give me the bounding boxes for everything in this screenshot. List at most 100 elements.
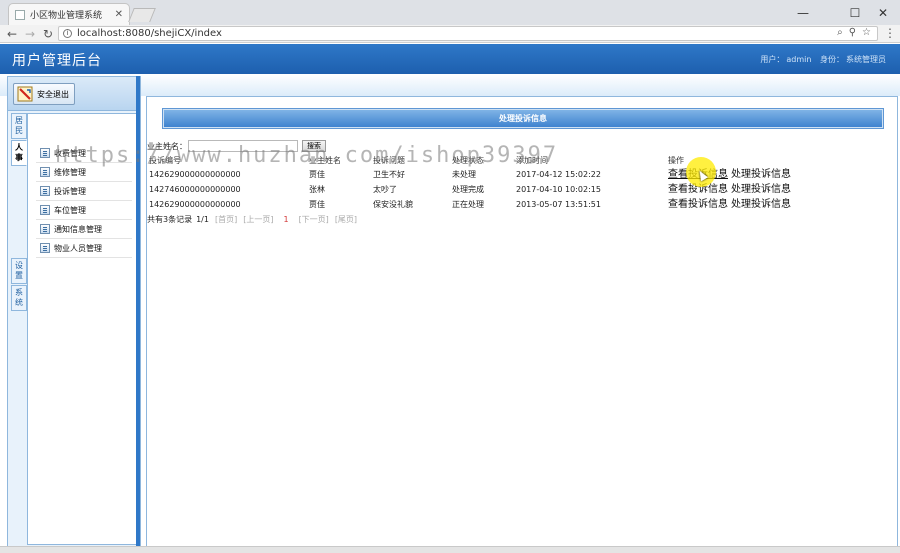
back-icon[interactable]: ← bbox=[4, 26, 20, 42]
sidebar-item-label: 通知信息管理 bbox=[54, 224, 102, 234]
process-complaint-link[interactable]: 处理投诉信息 bbox=[731, 184, 791, 195]
view-complaint-link[interactable]: 查看投诉信息 bbox=[668, 184, 728, 195]
tab-personnel[interactable]: 人事 bbox=[11, 140, 27, 166]
menu-divider bbox=[36, 238, 132, 239]
restore-icon: ☐ bbox=[849, 5, 861, 20]
owner-name: 张林 bbox=[309, 185, 325, 194]
owner-name-search-input[interactable] bbox=[188, 140, 298, 152]
complaint-issue: 保安没礼貌 bbox=[373, 200, 413, 209]
sidebar-item-label: 投诉管理 bbox=[54, 186, 86, 196]
list-icon bbox=[40, 148, 50, 158]
browser-toolbar: ← → ↻ i localhost:8080/shejiCX/index ⌕ ⚲… bbox=[0, 25, 900, 43]
search-button[interactable]: 搜索 bbox=[302, 140, 326, 152]
view-complaint-link[interactable]: 查看投诉信息 bbox=[668, 169, 728, 180]
table-row: 142629000000000000 贾佳 卫生不好 未处理 2017-04-1… bbox=[147, 167, 899, 182]
tab-settings-label: 设置 bbox=[15, 261, 23, 280]
logout-bar: 安全退出 bbox=[8, 77, 140, 111]
sidebar-item-label: 车位管理 bbox=[54, 205, 86, 215]
tab-residents[interactable]: 居民 bbox=[11, 113, 27, 139]
search-row: 业主姓名： 搜索 bbox=[147, 140, 326, 152]
close-window-button[interactable]: ✕ bbox=[870, 0, 896, 25]
sidebar-item-label: 收费管理 bbox=[54, 148, 86, 158]
sidebar-item-fees[interactable]: 收费管理 bbox=[40, 146, 86, 160]
zoom-icon[interactable]: ⌕ bbox=[837, 27, 843, 38]
prev-page-link[interactable]: [上一页] bbox=[243, 214, 273, 225]
process-complaint-link[interactable]: 处理投诉信息 bbox=[731, 169, 791, 180]
sidebar-item-notices[interactable]: 通知信息管理 bbox=[40, 222, 102, 236]
sidebar-item-staff[interactable]: 物业人员管理 bbox=[40, 241, 102, 255]
pagination: 共有3条记录 1/1 [首页] [上一页] 1 [下一页] [尾页] bbox=[147, 213, 357, 225]
minimize-icon: — bbox=[797, 5, 809, 20]
column-header: 添加时间 bbox=[516, 156, 548, 165]
row-actions: 查看投诉信息 处理投诉信息 bbox=[668, 182, 791, 197]
process-complaint-link[interactable]: 处理投诉信息 bbox=[731, 199, 791, 210]
menu-divider bbox=[36, 200, 132, 201]
logout-button[interactable]: 安全退出 bbox=[13, 83, 75, 105]
site-info-icon[interactable]: i bbox=[63, 29, 72, 38]
menu-divider bbox=[36, 181, 132, 182]
complaint-status: 正在处理 bbox=[452, 200, 484, 209]
column-header: 投诉问题 bbox=[373, 156, 405, 165]
complaint-time: 2013-05-07 13:51:51 bbox=[516, 200, 601, 209]
close-tab-icon[interactable]: ✕ bbox=[115, 9, 123, 20]
new-tab-button[interactable] bbox=[128, 8, 156, 22]
column-header: 处理状态 bbox=[452, 156, 484, 165]
key-icon[interactable]: ⚲ bbox=[849, 27, 856, 38]
owner-name: 贾佳 bbox=[309, 200, 325, 209]
content-frame: 处理投诉信息 业主姓名： 搜索 投诉编号 业主姓名 投诉问题 处理状态 添加时间… bbox=[146, 96, 898, 548]
sidebar-menu: 收费管理 维修管理 投诉管理 车位管理 通知信息管理 物业人员管理 bbox=[27, 113, 137, 545]
tab-personnel-label: 人事 bbox=[15, 143, 23, 162]
column-header: 投诉编号 bbox=[149, 156, 181, 165]
complaint-time: 2017-04-10 10:02:15 bbox=[516, 185, 601, 194]
table-header-row: 投诉编号 业主姓名 投诉问题 处理状态 添加时间 操作 bbox=[147, 153, 899, 168]
list-icon bbox=[40, 205, 50, 215]
reload-icon[interactable]: ↻ bbox=[40, 26, 56, 42]
current-page[interactable]: 1 bbox=[283, 215, 288, 224]
tab-residents-label: 居民 bbox=[15, 116, 23, 135]
tab-settings[interactable]: 设置 bbox=[11, 258, 27, 284]
column-header: 操作 bbox=[668, 156, 684, 165]
list-icon bbox=[40, 243, 50, 253]
section-title: 处理投诉信息 bbox=[163, 109, 883, 128]
app-title: 用户管理后台 bbox=[12, 53, 102, 69]
browser-menu-icon[interactable]: ⋮ bbox=[884, 26, 896, 40]
sidebar-item-complaints[interactable]: 投诉管理 bbox=[40, 184, 86, 198]
menu-divider bbox=[36, 257, 132, 258]
complaint-id: 142629000000000000 bbox=[149, 170, 241, 179]
complaint-status: 处理完成 bbox=[452, 185, 484, 194]
next-page-link[interactable]: [下一页] bbox=[299, 214, 329, 225]
user-label: 用户： bbox=[760, 55, 785, 64]
menu-divider bbox=[36, 162, 132, 163]
complaint-time: 2017-04-12 15:02:22 bbox=[516, 170, 601, 179]
browser-tabstrip: 小区物业管理系统 ✕ — ☐ ✕ bbox=[0, 0, 900, 25]
sidebar-scrollbar[interactable] bbox=[136, 76, 140, 548]
sidebar-item-parking[interactable]: 车位管理 bbox=[40, 203, 86, 217]
first-page-link[interactable]: [首页] bbox=[215, 214, 237, 225]
list-icon bbox=[40, 186, 50, 196]
owner-name: 贾佳 bbox=[309, 170, 325, 179]
tab-system[interactable]: 系统 bbox=[11, 285, 27, 311]
complaint-issue: 卫生不好 bbox=[373, 170, 405, 179]
page-of: 1/1 bbox=[196, 214, 209, 224]
view-complaint-link[interactable]: 查看投诉信息 bbox=[668, 199, 728, 210]
browser-tab[interactable]: 小区物业管理系统 ✕ bbox=[8, 3, 130, 25]
left-panel: 安全退出 居民 人事 设置 系统 收费管理 维修管理 投诉管理 车位管理 通知信… bbox=[7, 76, 141, 548]
complaint-issue: 太吵了 bbox=[373, 185, 397, 194]
table-row: 142629000000000000 贾佳 保安没礼貌 正在处理 2013-05… bbox=[147, 197, 899, 212]
row-actions: 查看投诉信息 处理投诉信息 bbox=[668, 197, 791, 212]
bookmark-star-icon[interactable]: ☆ bbox=[862, 27, 871, 38]
complaint-status: 未处理 bbox=[452, 170, 476, 179]
forward-icon[interactable]: → bbox=[22, 26, 38, 42]
sidebar-item-repairs[interactable]: 维修管理 bbox=[40, 165, 86, 179]
address-bar[interactable]: i localhost:8080/shejiCX/index ⌕ ⚲ ☆ bbox=[58, 26, 878, 41]
role-name: 系统管理员 bbox=[846, 55, 886, 64]
minimize-window-button[interactable]: — bbox=[790, 0, 816, 25]
tab-system-label: 系统 bbox=[15, 288, 23, 307]
column-header: 业主姓名 bbox=[309, 156, 341, 165]
menu-divider bbox=[36, 219, 132, 220]
last-page-link[interactable]: [尾页] bbox=[335, 214, 357, 225]
list-icon bbox=[40, 224, 50, 234]
role-label: 身份： bbox=[820, 55, 844, 64]
logout-icon bbox=[17, 86, 33, 102]
restore-window-button[interactable]: ☐ bbox=[842, 0, 868, 25]
